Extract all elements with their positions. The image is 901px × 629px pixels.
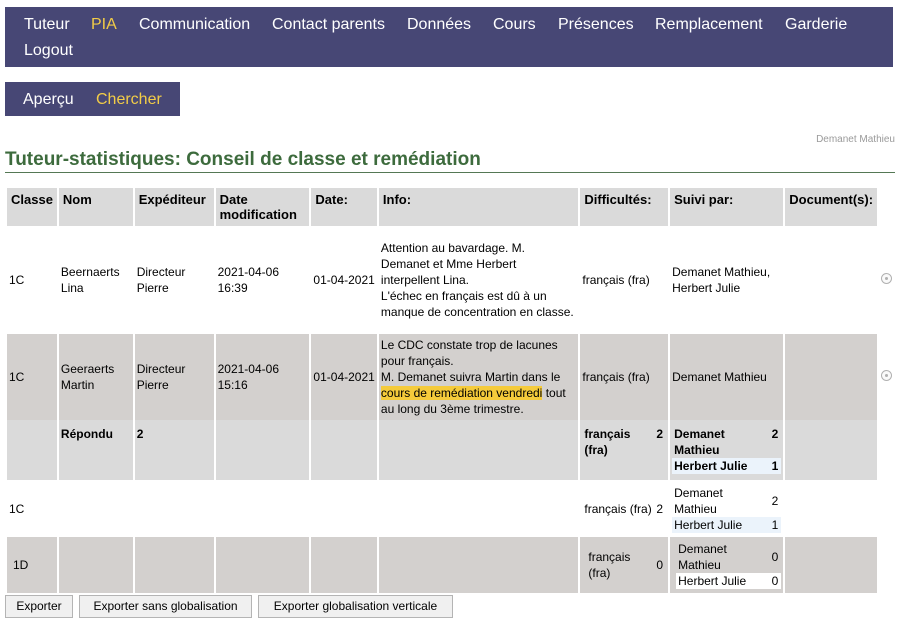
- cell-expediteur: Directeur Pierre: [134, 334, 214, 420]
- table-row: 1C Geeraerts Martin Directeur Pierre 202…: [7, 334, 899, 420]
- nav-tuteur[interactable]: Tuteur: [24, 16, 70, 34]
- suivi-name: Demanet Mathieu: [678, 542, 727, 572]
- cell-nom: Beernaerts Lina: [58, 226, 133, 334]
- difficulty-label: français (fra): [584, 427, 631, 457]
- table-row: 1C Beernaerts Lina Directeur Pierre 2021…: [7, 226, 899, 334]
- nav-remplacement[interactable]: Remplacement: [655, 16, 763, 34]
- nav-donnees[interactable]: Données: [407, 16, 471, 34]
- cell-info: Le CDC constate trop de lacunes pour fra…: [378, 334, 579, 420]
- header-spacer: [879, 188, 899, 226]
- header-info: Info:: [378, 188, 579, 226]
- summary-suivi: Demanet Mathieu 2 Herbert Julie 1: [670, 420, 784, 480]
- header-nom: Nom: [58, 188, 133, 226]
- cell-classe: 1C: [7, 226, 57, 334]
- summary-empty: [378, 420, 579, 480]
- class-difficulty: français (fra) 0: [580, 537, 669, 593]
- difficulty-label: français (fra): [588, 550, 631, 580]
- suivi-name: Demanet Mathieu: [674, 427, 725, 457]
- nav-logout[interactable]: Logout: [24, 42, 73, 60]
- info-text: L'échec en français est dû à un manque d…: [380, 289, 574, 319]
- cell-suivi: Demanet Mathieu: [670, 334, 784, 420]
- difficulty-label: français (fra): [584, 501, 652, 516]
- class-summary-row: 1D français (fra) 0 Demanet Mathieu 0 Her…: [7, 537, 899, 593]
- suivi-count: 0: [769, 573, 782, 589]
- cell-documents: [785, 226, 878, 334]
- summary-empty: [785, 420, 878, 480]
- cell-difficultes: français (fra): [580, 334, 669, 420]
- title-divider: [5, 172, 895, 173]
- suivi-count: 1: [769, 516, 782, 533]
- difficulty-count: 2: [656, 501, 664, 516]
- cell-date: 01-04-2021: [311, 334, 377, 420]
- nav-contact-parents[interactable]: Contact parents: [272, 16, 385, 34]
- highlighted-text: cours de remédiation vendredi: [380, 386, 543, 400]
- cell-classe: 1C: [7, 334, 57, 420]
- cell-classe: 1C: [7, 480, 57, 537]
- cell-date: 01-04-2021: [311, 226, 377, 334]
- main-nav: Tuteur PIA Communication Contact parents…: [5, 7, 893, 67]
- difficulty-count: 2: [656, 427, 664, 441]
- suivi-name: Demanet Mathieu: [674, 485, 723, 516]
- header-documents: Document(s):: [785, 188, 878, 226]
- cell-expediteur: Directeur Pierre: [134, 226, 214, 334]
- page-title: Tuteur-statistiques: Conseil de classe e…: [5, 149, 481, 170]
- nav-pia[interactable]: PIA: [91, 16, 117, 34]
- cell-nom: Geeraerts Martin: [58, 334, 133, 420]
- export-button[interactable]: Exporter: [5, 595, 73, 618]
- info-text-part: M. Demanet suivra Martin dans le: [380, 370, 561, 384]
- cell-date-modification: 2021-04-06 16:39: [215, 226, 310, 334]
- class-summary-row: 1C français (fra) 2 Demanet Mathieu 2 Her…: [7, 480, 899, 537]
- info-text: Attention au bavardage. M. Demanet et Mm…: [380, 241, 525, 287]
- suivi-name: Herbert Julie: [672, 458, 770, 474]
- class-suivi: Demanet Mathieu 2 Herbert Julie 1: [670, 480, 784, 537]
- subnav-apercu[interactable]: Aperçu: [23, 91, 74, 109]
- suivi-count: 2: [771, 493, 779, 508]
- summary-empty: [7, 420, 57, 480]
- summary-empty: [879, 420, 899, 480]
- header-suivi: Suivi par:: [670, 188, 784, 226]
- nav-communication[interactable]: Communication: [139, 16, 250, 34]
- cell-select: [879, 334, 899, 420]
- class-suivi: Demanet Mathieu 0 Herbert Julie 0: [670, 537, 784, 593]
- cell-info: Attention au bavardage. M. Demanet et Mm…: [378, 226, 579, 334]
- summary-count: 2: [134, 420, 214, 480]
- class-difficulty: français (fra) 2: [580, 480, 669, 537]
- sub-nav: Aperçu Chercher: [5, 82, 180, 116]
- summary-label: Répondu: [58, 420, 133, 480]
- cell-classe: 1D: [7, 537, 57, 593]
- suivi-count: 0: [771, 550, 779, 564]
- header-date: Date:: [311, 188, 377, 226]
- cell-suivi: Demanet Mathieu, Herbert Julie: [670, 226, 784, 334]
- export-vertical-globalisation-button[interactable]: Exporter globalisation verticale: [258, 595, 453, 618]
- suivi-name: Herbert Julie: [672, 516, 770, 533]
- suivi-count: 2: [771, 427, 779, 441]
- results-table: Classe Nom Expéditeur Date modification …: [5, 188, 901, 593]
- current-user: Demanet Mathieu: [816, 134, 895, 145]
- info-text: Le CDC constate trop de lacunes pour fra…: [380, 338, 558, 368]
- suivi-name: Herbert Julie: [676, 573, 770, 589]
- select-radio-icon[interactable]: [881, 370, 893, 381]
- nav-garderie[interactable]: Garderie: [785, 16, 847, 34]
- header-expediteur: Expéditeur: [134, 188, 214, 226]
- summary-row: Répondu 2 français (fra) 2 Demanet Mathi…: [7, 420, 899, 480]
- info-text: M. Demanet suivra Martin dans le cours d…: [380, 369, 576, 417]
- summary-empty: [215, 420, 310, 480]
- cell-documents: [785, 334, 878, 420]
- nav-cours[interactable]: Cours: [493, 16, 536, 34]
- header-difficultes: Difficultés:: [580, 188, 669, 226]
- export-no-globalisation-button[interactable]: Exporter sans globalisation: [79, 595, 252, 618]
- cell-select: [879, 226, 899, 334]
- nav-presences[interactable]: Présences: [558, 16, 634, 34]
- difficulty-count: 0: [656, 558, 664, 572]
- header-classe: Classe: [7, 188, 57, 226]
- subnav-chercher[interactable]: Chercher: [96, 91, 162, 109]
- summary-difficulty: français (fra) 2: [580, 420, 669, 480]
- select-radio-icon[interactable]: [881, 273, 893, 284]
- cell-date-modification: 2021-04-06 15:16: [215, 334, 310, 420]
- header-date-modification: Date modification: [215, 188, 310, 226]
- cell-difficultes: français (fra): [580, 226, 669, 334]
- suivi-count: 1: [769, 458, 782, 474]
- summary-empty: [311, 420, 377, 480]
